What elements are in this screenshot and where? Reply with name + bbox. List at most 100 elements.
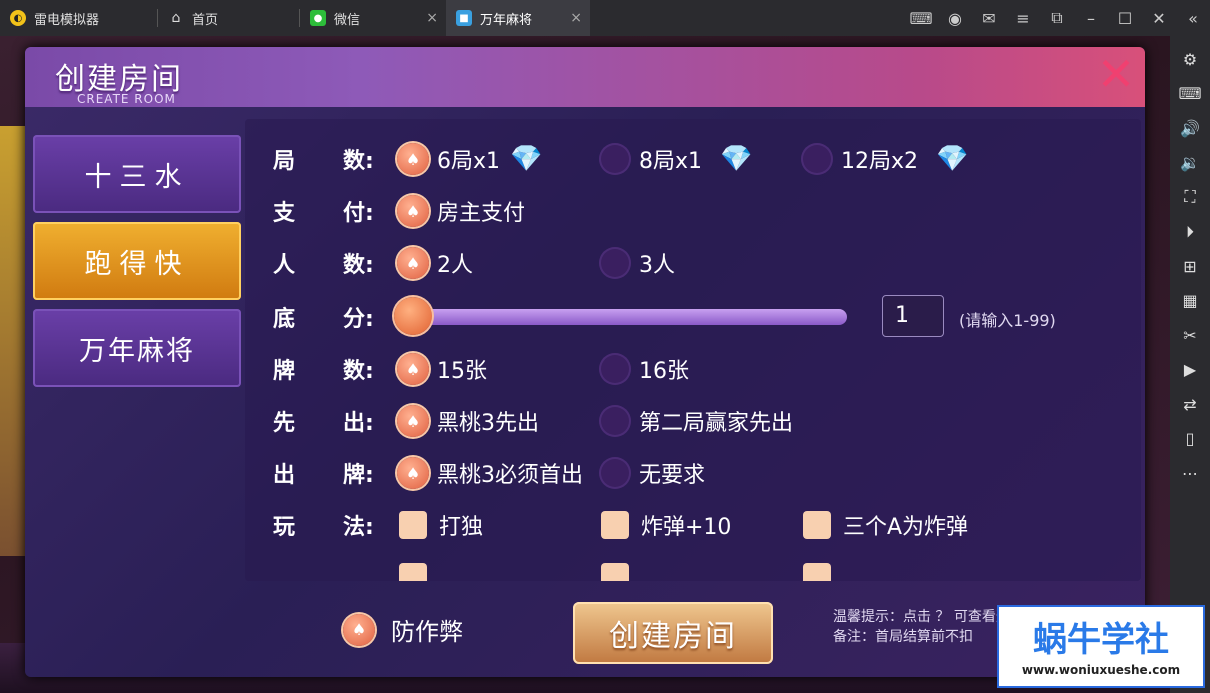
radio-icon <box>599 405 631 437</box>
volume-up-icon[interactable]: 🔊 <box>1170 111 1210 146</box>
video-icon[interactable]: ▶ <box>1170 353 1210 388</box>
checkbox-icon <box>601 563 629 581</box>
row-play-rule: 出 牌: ♠ 黑桃3必须首出 无要求 <box>245 453 1141 493</box>
nav-shisanshui[interactable]: 十三水 <box>33 135 241 213</box>
radio-icon <box>599 353 631 385</box>
nav-paodekuai[interactable]: 跑得快 <box>33 222 241 300</box>
option-partial[interactable] <box>601 563 641 581</box>
menu-icon[interactable]: ≡ <box>1006 9 1040 28</box>
spade-radio-icon: ♠ <box>397 195 429 227</box>
option-8rounds[interactable]: 8局x1 💎 <box>599 143 752 175</box>
volume-down-icon[interactable]: 🔉 <box>1170 146 1210 181</box>
close-tab-icon[interactable]: × <box>426 10 438 26</box>
label-char: 玩 <box>273 515 296 540</box>
user-icon[interactable]: ◉ <box>938 9 972 28</box>
tab-game[interactable]: ■ 万年麻将 × <box>446 0 590 36</box>
slider-handle[interactable] <box>394 297 432 335</box>
window-titlebar: ◐ 雷电模拟器 ⌂ 首页 ● 微信 × ■ 万年麻将 × ⌨ ◉ ✉ ≡ ⧉ –… <box>0 0 1210 36</box>
radio-icon <box>599 457 631 489</box>
spade-radio-icon: ♠ <box>397 353 429 385</box>
fullscreen-icon[interactable]: ⛶ <box>1170 180 1210 215</box>
gamepad-icon[interactable]: ⌨ <box>904 9 938 28</box>
emulator-sidebar: ⚙ ⌨ 🔊 🔉 ⛶ ⏵ ⊞ ▦ ✂ ▶ ⇄ ▯ ⋯ ↩ <box>1170 36 1210 693</box>
option-host-pay[interactable]: ♠ 房主支付 <box>397 195 525 227</box>
close-icon[interactable]: ✕ <box>1093 51 1139 97</box>
tab-label: 万年麻将 <box>480 12 533 28</box>
nav-mahjong[interactable]: 万年麻将 <box>33 309 241 387</box>
base-score-input[interactable]: 1 <box>882 295 944 337</box>
more-icon[interactable]: ⋯ <box>1170 456 1210 491</box>
create-room-button[interactable]: 创建房间 <box>573 602 773 664</box>
row-first-play: 先 出: ♠ 黑桃3先出 第二局赢家先出 <box>245 401 1141 441</box>
label-char: 法: <box>343 515 374 540</box>
label-char: 先 <box>273 411 296 436</box>
option-winner-first[interactable]: 第二局赢家先出 <box>599 405 793 437</box>
base-score-slider[interactable] <box>403 309 847 325</box>
settings-icon[interactable]: ⚙ <box>1170 42 1210 77</box>
close-window-icon[interactable]: ✕ <box>1142 9 1176 28</box>
tab-label: 雷电模拟器 <box>34 12 100 28</box>
popout-icon[interactable]: ⧉ <box>1040 8 1074 28</box>
option-3players[interactable]: 3人 <box>599 247 675 279</box>
option-spade3-first[interactable]: ♠ 黑桃3先出 <box>397 405 539 437</box>
game-icon: ■ <box>456 10 472 26</box>
maximize-icon[interactable]: ☐ <box>1108 9 1142 28</box>
radio-icon <box>801 143 833 175</box>
label-char: 局 <box>273 149 296 174</box>
option-solo[interactable]: 打独 <box>399 509 483 541</box>
label-char: 出 <box>273 463 296 488</box>
tab-home[interactable]: ⌂ 首页 <box>158 0 300 36</box>
label-char: 支 <box>273 201 296 226</box>
option-15cards[interactable]: ♠ 15张 <box>397 353 487 385</box>
spade-radio-icon: ♠ <box>397 457 429 489</box>
checkbox-icon <box>803 563 831 581</box>
option-6rounds[interactable]: ♠ 6局x1 💎 <box>397 143 542 175</box>
checkbox-icon <box>601 511 629 539</box>
sync-icon[interactable]: ⇄ <box>1170 387 1210 422</box>
row-base-score: 底 分: 1 (请输入1-99) <box>245 295 1141 339</box>
label-char: 数: <box>343 149 374 174</box>
tab-leidian[interactable]: ◐ 雷电模拟器 <box>0 0 158 36</box>
shake-icon[interactable]: ▯ <box>1170 422 1210 457</box>
scissors-icon[interactable]: ✂ <box>1170 318 1210 353</box>
option-partial[interactable] <box>399 563 439 581</box>
anti-cheat-option[interactable]: ♠ 防作弊 <box>343 612 463 647</box>
watermark-title: 蜗牛学社 <box>1033 620 1169 660</box>
option-partial[interactable] <box>803 563 843 581</box>
label-char: 底 <box>273 307 296 332</box>
base-score-hint: (请输入1-99) <box>959 311 1056 330</box>
minimize-icon[interactable]: – <box>1074 9 1108 28</box>
spade-radio-icon: ♠ <box>397 405 429 437</box>
leidian-logo-icon: ◐ <box>10 10 26 26</box>
option-16cards[interactable]: 16张 <box>599 353 689 385</box>
add-app-icon[interactable]: ⊞ <box>1170 249 1210 284</box>
spade-radio-icon: ♠ <box>397 247 429 279</box>
label-char: 付: <box>343 201 374 226</box>
option-12rounds[interactable]: 12局x2 💎 <box>801 143 968 175</box>
option-three-aces-bomb[interactable]: 三个A为炸弹 <box>803 509 968 541</box>
label-char: 牌 <box>273 359 296 384</box>
option-spade3-must[interactable]: ♠ 黑桃3必须首出 <box>397 457 583 489</box>
mail-icon[interactable]: ✉ <box>972 9 1006 28</box>
tab-label: 首页 <box>192 12 219 28</box>
diamond-icon: 💎 <box>720 144 753 174</box>
dialog-subtitle: CREATE ROOM <box>77 92 176 106</box>
apk-icon[interactable]: ▦ <box>1170 284 1210 319</box>
dialog-footer: ♠ 防作弊 创建房间 温馨提示：点击 ？ 可查看选项解释 备注：首局结算前不扣 <box>25 587 1145 677</box>
watermark-logo: 蜗牛学社 www.woniuxueshe.com <box>997 605 1205 688</box>
keyboard-icon[interactable]: ⌨ <box>1170 77 1210 112</box>
tab-wechat[interactable]: ● 微信 × <box>300 0 446 36</box>
option-no-requirement[interactable]: 无要求 <box>599 457 705 489</box>
create-room-dialog: 创建房间 CREATE ROOM ✕ 十三水 跑得快 万年麻将 局数: ♠ 6局x… <box>25 47 1145 677</box>
checkbox-icon <box>399 511 427 539</box>
row-special-partial <box>245 559 1141 581</box>
option-bomb-plus10[interactable]: 炸弹+10 <box>601 509 731 541</box>
option-2players[interactable]: ♠ 2人 <box>397 247 473 279</box>
close-tab-icon[interactable]: × <box>570 10 582 26</box>
collapse-sidebar-icon[interactable]: « <box>1176 9 1210 28</box>
tab-label: 微信 <box>334 12 361 28</box>
record-icon[interactable]: ⏵ <box>1170 215 1210 250</box>
dialog-header: 创建房间 CREATE ROOM ✕ <box>25 47 1145 107</box>
label-char: 数: <box>343 359 374 384</box>
diamond-icon: 💎 <box>936 144 969 174</box>
